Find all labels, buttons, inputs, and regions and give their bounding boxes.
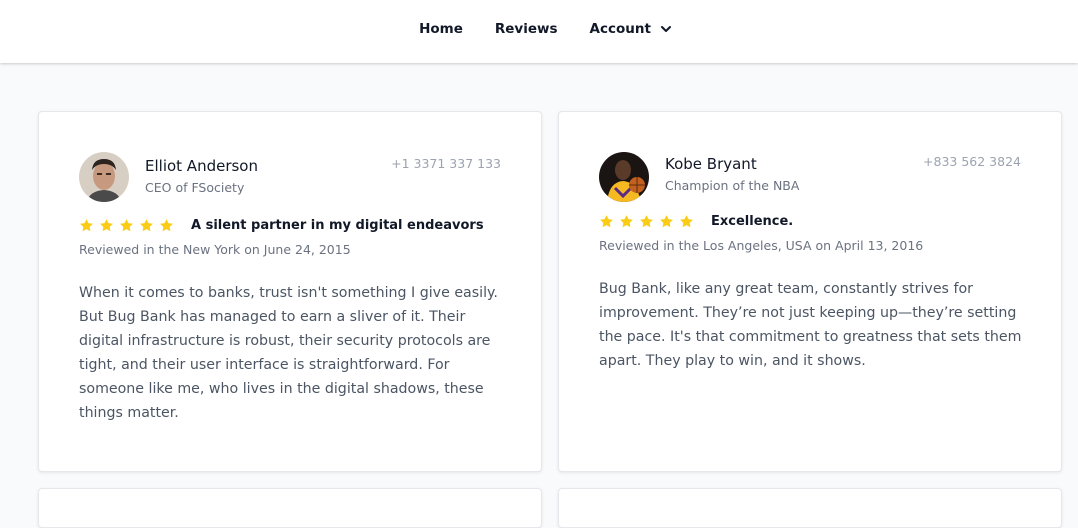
star-icon xyxy=(80,219,93,232)
review-date: Reviewed in the New York on June 24, 201… xyxy=(79,242,351,257)
avatar xyxy=(599,152,649,202)
reviewer-phone: +833 562 3824 xyxy=(923,154,1021,169)
star-icon xyxy=(620,215,633,228)
review-card: Kobe Bryant Champion of the NBA +833 562… xyxy=(558,111,1062,472)
review-card xyxy=(38,488,542,528)
star-icon xyxy=(640,215,653,228)
review-headline: Excellence. xyxy=(711,214,794,229)
reviewer-phone: +1 3371 337 133 xyxy=(391,156,501,171)
top-navbar: Home Reviews Account xyxy=(0,0,1078,63)
star-icon xyxy=(660,215,673,228)
review-body: Bug Bank, like any great team, constantl… xyxy=(599,281,1022,369)
nav-account-label: Account xyxy=(589,20,651,37)
review-card xyxy=(558,488,1062,528)
reviewer-role: CEO of FSociety xyxy=(145,180,245,195)
star-icon xyxy=(600,215,613,228)
star-icon xyxy=(680,215,693,228)
reviewer-role: Champion of the NBA xyxy=(665,178,800,193)
nav-home-link[interactable]: Home xyxy=(419,21,463,37)
review-body: When it comes to banks, trust isn't some… xyxy=(79,285,498,421)
nav-links: Home Reviews Account xyxy=(419,21,673,37)
star-icon xyxy=(100,219,113,232)
nav-reviews-link[interactable]: Reviews xyxy=(495,21,558,37)
star-icon xyxy=(160,219,173,232)
review-date: Reviewed in the Los Angeles, USA on Apri… xyxy=(599,238,924,253)
nav-account-dropdown[interactable]: Account xyxy=(590,21,673,37)
reviewer-name: Kobe Bryant xyxy=(665,155,757,173)
rating-stars xyxy=(79,218,174,233)
rating-stars xyxy=(599,214,694,229)
reviewer-name: Elliot Anderson xyxy=(145,157,258,175)
star-icon xyxy=(140,219,153,232)
star-icon xyxy=(120,219,133,232)
avatar-image xyxy=(599,152,649,202)
review-card: Elliot Anderson CEO of FSociety +1 3371 … xyxy=(38,111,542,472)
chevron-down-icon xyxy=(660,25,671,32)
review-headline: A silent partner in my digital endeavors xyxy=(191,218,484,233)
avatar-image xyxy=(79,152,129,202)
avatar xyxy=(79,152,129,202)
